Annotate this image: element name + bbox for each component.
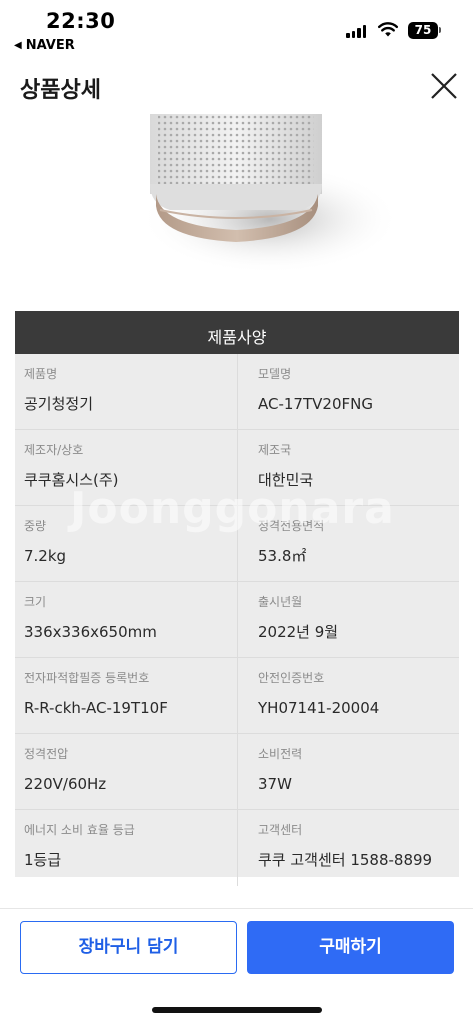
spec-cell: 제품명공기청정기 [15,354,237,429]
spec-value: R-R-ckh-AC-19T10F [24,699,168,717]
spec-label: 모델명 [258,367,292,381]
spec-label: 크기 [24,595,47,609]
spec-label: 제조국 [258,443,292,457]
spec-value: 쿠쿠홈시스(주) [24,471,119,489]
spec-cell: 제조자/상호쿠쿠홈시스(주) [15,430,237,505]
spec-row: 제조자/상호 쿠쿠홈시스(주) 제조국 대한민국 [15,430,459,506]
spec-cell: 안전인증번호 YH07141-20004 [237,658,459,733]
back-app-label: NAVER [25,38,75,53]
spec-cell: 에너지 소비 효율 등급 1등급 [15,810,237,886]
air-purifier-image [140,114,400,274]
battery-icon: 75 [408,22,438,39]
spec-label: 제조자/상호 [24,443,84,457]
spec-label: 소비전력 [258,747,303,761]
add-to-cart-button[interactable]: 장바구니 담기 [20,921,237,974]
home-indicator [152,1007,322,1013]
buy-button[interactable]: 구매하기 [247,921,454,974]
spec-cell: 정격전용면적 53.8㎡ [237,506,459,581]
spec-cell: 전자파적합필증 등록번호 R-R-ckh-AC-19T10F [15,658,237,733]
product-spec-table: 제품사양 제품명공기청정기 모델명 AC-17TV20FNG 제조자/상호쿠쿠홈시스(… [15,311,459,886]
spec-cell: 크기 336x336x650mm [15,582,237,657]
spec-label: 정격전압 [24,747,69,761]
spec-row: 에너지 소비 효율 등급 1등급 고객센터쿠쿠 고객센터 1588-8899 [15,810,459,886]
spec-label: 고객센터 [258,823,303,837]
spec-title: 제품사양 [15,311,459,354]
page-title: 상품상세 [20,78,101,103]
spec-cell: 고객센터쿠쿠 고객센터 1588-8899 [237,810,459,886]
page-header: 상품상세 [0,58,473,114]
spec-label: 전자파적합필증 등록번호 [24,671,150,685]
spec-row: 크기 336x336x650mm 출시년월 2022년 9월 [15,582,459,658]
back-to-app-link[interactable]: ◀ NAVER [14,38,75,53]
cellular-signal-icon [346,24,366,38]
battery-cap [439,27,441,33]
spec-cell: 중량 7.2kg [15,506,237,581]
back-arrow-icon: ◀ [14,40,22,51]
product-image [0,114,473,311]
status-bar: 22:30 ◀ NAVER 75 [0,0,473,58]
spec-value: 쿠쿠 고객센터 1588-8899 [258,851,433,869]
spec-value: YH07141-20004 [258,699,380,717]
spec-label: 에너지 소비 효율 등급 [24,823,135,837]
spec-row: 중량 7.2kg 정격전용면적 53.8㎡ [15,506,459,582]
spec-cell: 출시년월 2022년 9월 [237,582,459,657]
spec-row: 전자파적합필증 등록번호 R-R-ckh-AC-19T10F 안전인증번호 YH071… [15,658,459,734]
spec-value: 대한민국 [258,471,314,489]
close-icon[interactable] [428,70,460,102]
spec-row: 제품명공기청정기 모델명 AC-17TV20FNG [15,354,459,430]
spec-label: 제품명 [24,367,58,381]
spec-label: 중량 [24,519,47,533]
wifi-icon [378,22,398,37]
spec-value: 2022년 9월 [258,623,339,641]
spec-label: 정격전용면적 [258,519,325,533]
spec-grid: 제품명 공기청정기 모델명 AC-17TV20FNG 제조자/상호 쿠쿠홈시스(주) 제조국… [15,354,459,886]
spec-cell: 정격전압 220V/60Hz [15,734,237,809]
spec-cell: 모델명 AC-17TV20FNG [237,354,459,429]
spec-cell: 소비전력 37W [237,734,459,809]
spec-value: 1등급 [24,851,62,869]
spec-value: 336x336x650mm [24,623,157,641]
spec-value: AC-17TV20FNG [258,395,373,413]
status-time: 22:30 [46,9,116,33]
spec-value: 53.8㎡ [258,547,307,565]
spec-value: 7.2kg [24,547,67,565]
spec-label: 안전인증번호 [258,671,325,685]
spec-value: 220V/60Hz [24,775,107,793]
spec-cell: 제조국대한민국 [237,430,459,505]
spec-value: 37W [258,775,292,793]
spec-row: 정격전압 220V/60Hz 소비전력 37W [15,734,459,810]
spec-value: 공기청정기 [24,395,94,413]
spec-label: 출시년월 [258,595,303,609]
